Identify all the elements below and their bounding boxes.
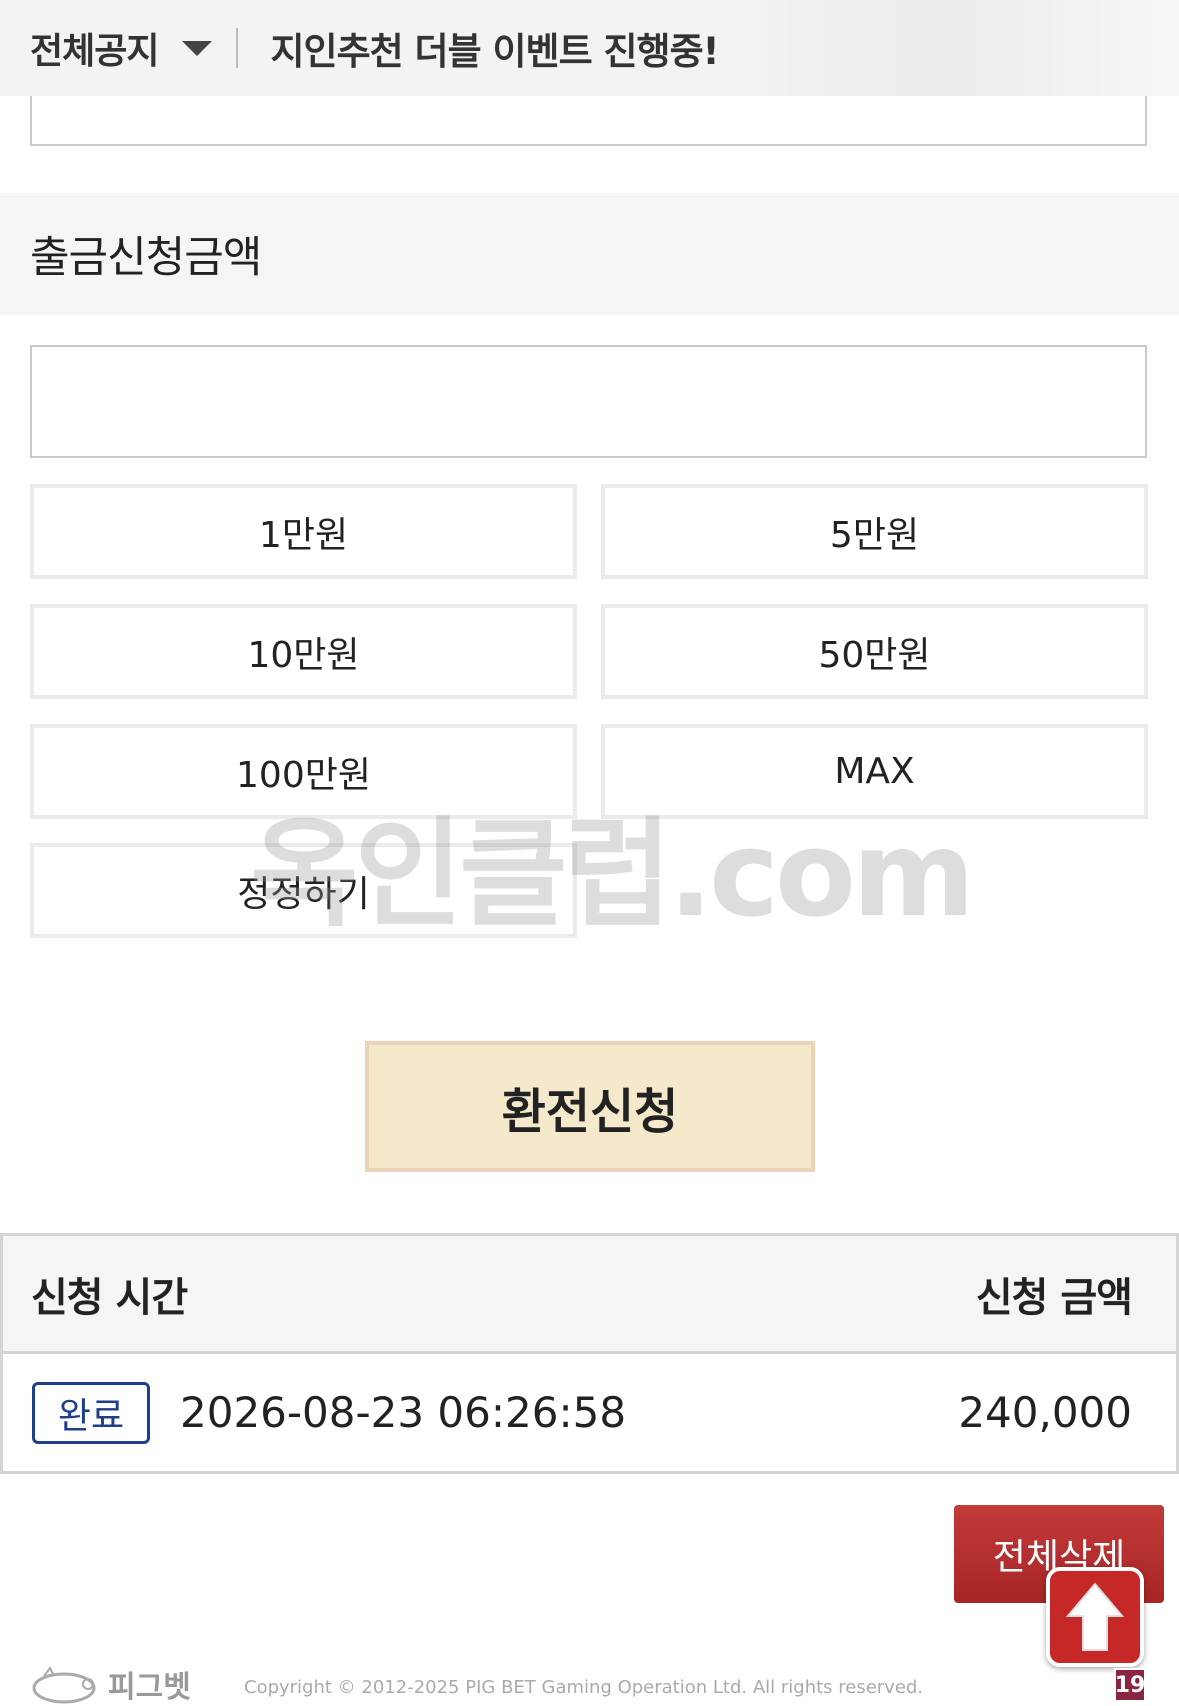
quick-amount-10k-button[interactable]: 1만원 [30, 484, 577, 579]
copyright-text: Copyright © 2012-2025 PIG BET Gaming Ope… [244, 1677, 924, 1698]
row-request-time: 2026-08-23 06:26:58 [180, 1388, 627, 1437]
table-row: 완료 2026-08-23 06:26:58 240,000 [3, 1354, 1176, 1471]
pig-logo-icon [32, 1666, 96, 1704]
notice-text[interactable]: 지인추천 더블 이벤트 진행중! [270, 21, 719, 75]
notice-divider [236, 28, 239, 68]
exchange-request-button[interactable]: 환전신청 [365, 1041, 815, 1172]
age-restriction-badge: 19 [1114, 1668, 1146, 1702]
section-title: 출금신청금액 [30, 233, 262, 283]
reset-amount-button[interactable]: 정정하기 [30, 843, 577, 938]
status-badge: 완료 [32, 1381, 150, 1444]
withdraw-amount-input[interactable] [30, 345, 1147, 458]
history-table: 신청 시간 신청 금액 완료 2026-08-23 06:26:58 240,0… [0, 1233, 1179, 1474]
footer-logo-text: 피그벳 [108, 1670, 191, 1705]
previous-field-box[interactable] [30, 96, 1147, 146]
header-request-time: 신청 시간 [31, 1274, 188, 1321]
quick-amount-max-button[interactable]: MAX [601, 724, 1148, 819]
scroll-top-button[interactable] [1046, 1567, 1144, 1667]
quick-amount-1m-button[interactable]: 100만원 [30, 724, 577, 819]
arrow-up-icon [1065, 1582, 1125, 1651]
quick-amount-100k-button[interactable]: 10만원 [30, 604, 577, 699]
notice-dropdown-label[interactable]: 전체공지 [30, 22, 159, 74]
footer-logo: 피그벳 [30, 1662, 191, 1706]
row-request-amount: 240,000 [958, 1388, 1132, 1437]
quick-amount-50k-button[interactable]: 5만원 [601, 484, 1148, 579]
row-left-group: 완료 2026-08-23 06:26:58 [32, 1381, 627, 1444]
withdraw-section-header: 출금신청금액 [0, 193, 1179, 315]
history-table-header: 신청 시간 신청 금액 [3, 1236, 1176, 1354]
quick-amount-500k-button[interactable]: 50만원 [601, 604, 1148, 699]
notice-bar: 전체공지 지인추천 더블 이벤트 진행중! [0, 0, 1179, 96]
header-request-amount: 신청 금액 [975, 1274, 1133, 1321]
caret-down-icon[interactable] [182, 40, 213, 56]
